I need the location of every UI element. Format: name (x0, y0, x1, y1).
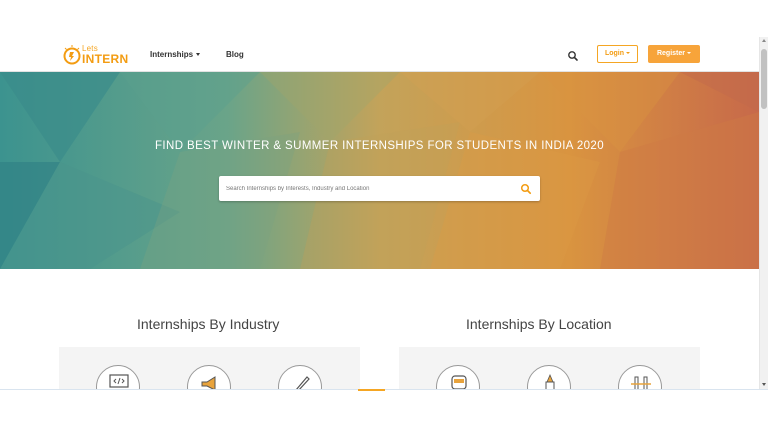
section-title-industry: Internships By Industry (137, 316, 280, 332)
megaphone-icon[interactable] (187, 365, 231, 389)
location-card (399, 347, 700, 389)
section-title-location: Internships By Location (466, 316, 612, 332)
divider-accent (358, 389, 385, 391)
industry-card (59, 347, 360, 389)
code-monitor-icon[interactable] (96, 365, 140, 389)
nav-internships-label: Internships (150, 50, 194, 59)
register-label: Register (656, 50, 685, 57)
nav-internships-dropdown[interactable]: Internships (150, 50, 201, 59)
logo-icon (63, 45, 81, 65)
hero-search-box (219, 176, 540, 201)
scrollbar[interactable] (759, 37, 768, 389)
temple-icon[interactable] (527, 365, 571, 389)
hero-title: FIND BEST WINTER & SUMMER INTERNSHIPS FO… (154, 140, 605, 152)
pen-icon[interactable] (278, 365, 322, 389)
nav-blog-link[interactable]: Blog (226, 50, 244, 59)
login-label: Login (604, 50, 625, 57)
login-button[interactable]: Login (597, 45, 638, 63)
scrollbar-thumb[interactable] (761, 49, 767, 109)
logo[interactable]: Lets INTERN (62, 43, 129, 67)
chevron-down-icon (687, 52, 691, 55)
chevron-down-icon (626, 52, 631, 55)
hero-banner: FIND BEST WINTER & SUMMER INTERNSHIPS FO… (0, 72, 759, 269)
search-icon[interactable] (567, 49, 579, 61)
navbar: Lets INTERN Internships Blog Login Regis… (0, 37, 759, 72)
bridge-icon[interactable] (618, 365, 662, 389)
register-button[interactable]: Register (648, 45, 700, 63)
train-icon[interactable] (436, 365, 480, 389)
hero-background (0, 72, 759, 269)
nav-blog-label: Blog (226, 50, 244, 59)
chevron-down-icon (196, 53, 201, 57)
scroll-down-icon[interactable] (762, 383, 766, 386)
logo-big-text: INTERN (82, 52, 129, 66)
search-icon[interactable] (520, 182, 532, 195)
hero-search-input[interactable] (226, 181, 506, 196)
scroll-up-icon[interactable] (762, 39, 766, 42)
